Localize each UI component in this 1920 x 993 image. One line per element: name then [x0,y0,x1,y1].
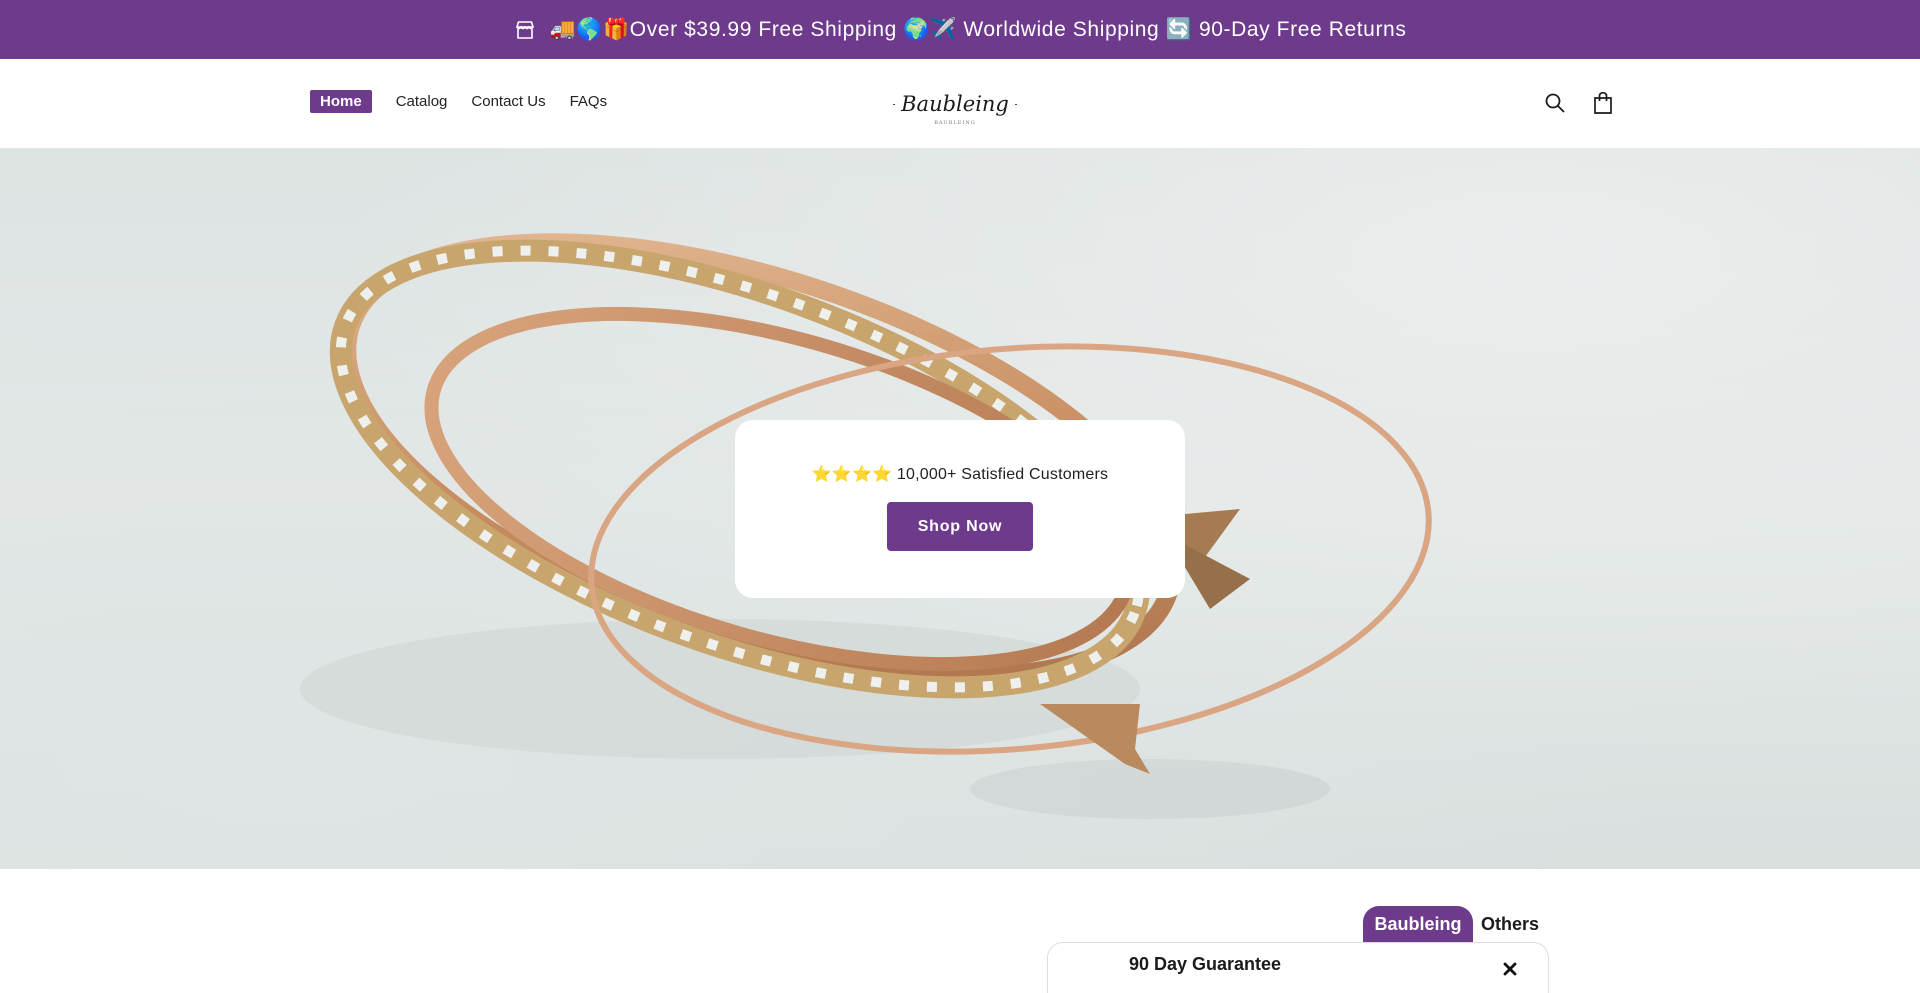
nav-contact-us[interactable]: Contact Us [461,90,555,113]
close-icon [1500,959,1520,984]
nav-home[interactable]: Home [310,90,372,113]
announcement-text: 🚚🌎🎁Over $39.99 Free Shipping 🌍✈️ Worldwi… [549,17,1407,41]
others-column-label: Others [1480,913,1540,934]
logo-tagline: BAUBLEING [934,120,976,126]
site-header: Home Catalog Contact Us FAQs Baubleing B… [0,59,1920,149]
logo-wordmark: Baubleing BAUBLEING [901,92,1009,126]
site-logo[interactable]: Baubleing BAUBLEING [893,82,1017,126]
shop-now-button[interactable]: Shop Now [887,502,1033,551]
logo-text: Baubleing [901,92,1009,116]
cart-icon[interactable] [1590,89,1616,117]
hero-card: ⭐⭐⭐⭐ 10,000+ Satisfied Customers Shop No… [735,420,1185,598]
store-icon [514,19,536,41]
nav-catalog[interactable]: Catalog [386,90,458,113]
check-icon [1407,959,1427,984]
hero-banner: ⭐⭐⭐⭐ 10,000+ Satisfied Customers Shop No… [0,149,1920,869]
search-icon[interactable] [1542,89,1568,117]
nav-faqs[interactable]: FAQs [560,90,618,113]
header-actions [1542,89,1616,117]
announcement-bar: 🚚🌎🎁Over $39.99 Free Shipping 🌍✈️ Worldwi… [0,0,1920,59]
logo-rule-left [893,103,896,105]
hero-tagline: ⭐⭐⭐⭐ 10,000+ Satisfied Customers [811,466,1109,483]
comparison-row-label: 90 Day Guarantee [1128,954,1282,974]
brand-column-label: Baubleing [1374,913,1462,934]
logo-rule-right [1014,103,1017,105]
main-nav: Home Catalog Contact Us FAQs [310,90,621,113]
